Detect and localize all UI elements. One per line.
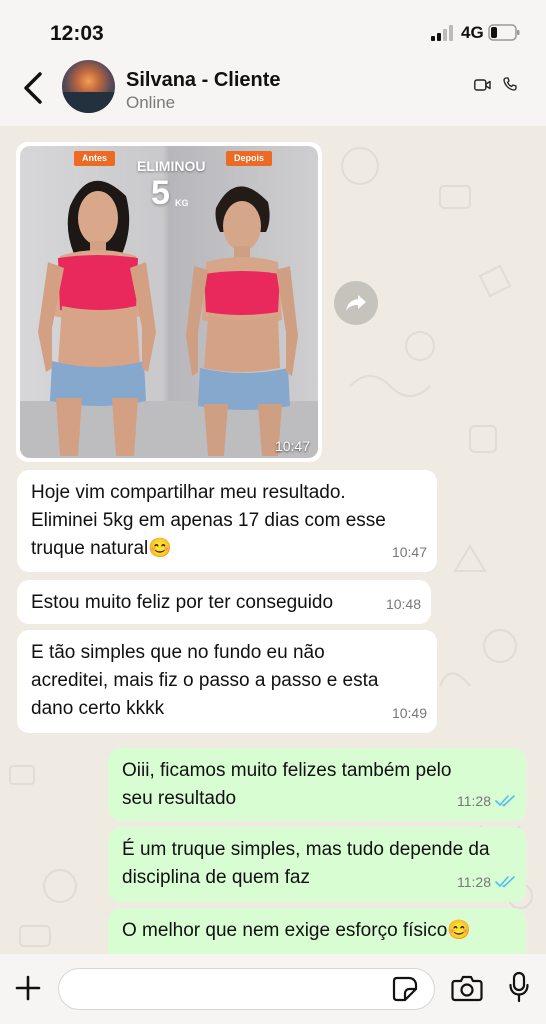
battery-icon: [488, 24, 520, 41]
chat-header: Silvana - Cliente Online: [0, 60, 546, 126]
label-after: Depois: [226, 151, 273, 166]
message-text: Hoje vim compartilhar meu resultado. Eli…: [31, 482, 386, 559]
status-bar: 12:03 4G: [0, 0, 546, 60]
message-input-bar: [0, 954, 546, 1024]
message-text: É um truque simples, mas tudo depende da…: [122, 839, 490, 888]
contact-name[interactable]: Silvana - Cliente: [126, 69, 281, 92]
unit-text: KG: [175, 198, 189, 208]
double-check-icon: [495, 876, 515, 888]
message-time: 10:47: [391, 544, 427, 560]
sticker-icon[interactable]: [392, 976, 418, 1002]
message-bubble-incoming[interactable]: Hoje vim compartilhar meu resultado. Eli…: [17, 470, 437, 572]
headline-text: ELIMINOU: [137, 158, 206, 174]
network-type: 4G: [461, 23, 484, 42]
message-time: 11:28: [457, 787, 516, 815]
camera-icon[interactable]: [451, 974, 483, 1002]
message-bubble-outgoing[interactable]: O melhor que nem exige esforço físico😊: [108, 908, 526, 954]
message-bubble-outgoing[interactable]: É um truque simples, mas tudo depende da…: [108, 827, 526, 902]
amount-text: 5: [151, 174, 170, 212]
forward-button[interactable]: [334, 281, 378, 325]
back-arrow-icon: [24, 72, 42, 104]
message-time: 10:48: [385, 596, 421, 612]
message-time: 11:28: [457, 868, 516, 896]
message-time: 10:47: [274, 438, 310, 454]
video-call-icon[interactable]: [474, 79, 491, 91]
status-time: 12:03: [50, 22, 104, 45]
message-text: Estou muito feliz por ter conseguido: [31, 592, 334, 613]
microphone-icon[interactable]: [509, 971, 529, 1003]
message-bubble-incoming[interactable]: Estou muito feliz por ter conseguido 10:…: [17, 580, 431, 624]
forward-icon: [346, 295, 366, 311]
contact-status: Online: [126, 93, 176, 112]
message-bubble-outgoing[interactable]: Oiii, ficamos muito felizes também pelo …: [108, 748, 526, 821]
phone-icon[interactable]: [503, 77, 517, 91]
label-before: Antes: [74, 151, 116, 166]
image-message[interactable]: Antes Depois ELIMINOU 5 KG 10:47: [16, 142, 322, 462]
plus-icon[interactable]: [14, 974, 42, 1002]
avatar[interactable]: [62, 60, 115, 113]
message-bubble-incoming[interactable]: E tão simples que no fundo eu não acredi…: [17, 630, 437, 733]
message-text: E tão simples que no fundo eu não acredi…: [31, 642, 379, 719]
message-time: 10:49: [391, 705, 427, 721]
message-input[interactable]: [58, 968, 435, 1010]
before-after-photo[interactable]: Antes Depois ELIMINOU 5 KG 10:47: [20, 146, 318, 458]
signal-icon: [431, 25, 453, 41]
double-check-icon: [495, 795, 515, 807]
chat-area[interactable]: Antes Depois ELIMINOU 5 KG 10:47 Hoje vi…: [0, 126, 546, 954]
message-text: O melhor que nem exige esforço físico😊: [122, 920, 471, 941]
back-button[interactable]: [18, 68, 48, 108]
message-text: Oiii, ficamos muito felizes também pelo …: [122, 760, 452, 809]
